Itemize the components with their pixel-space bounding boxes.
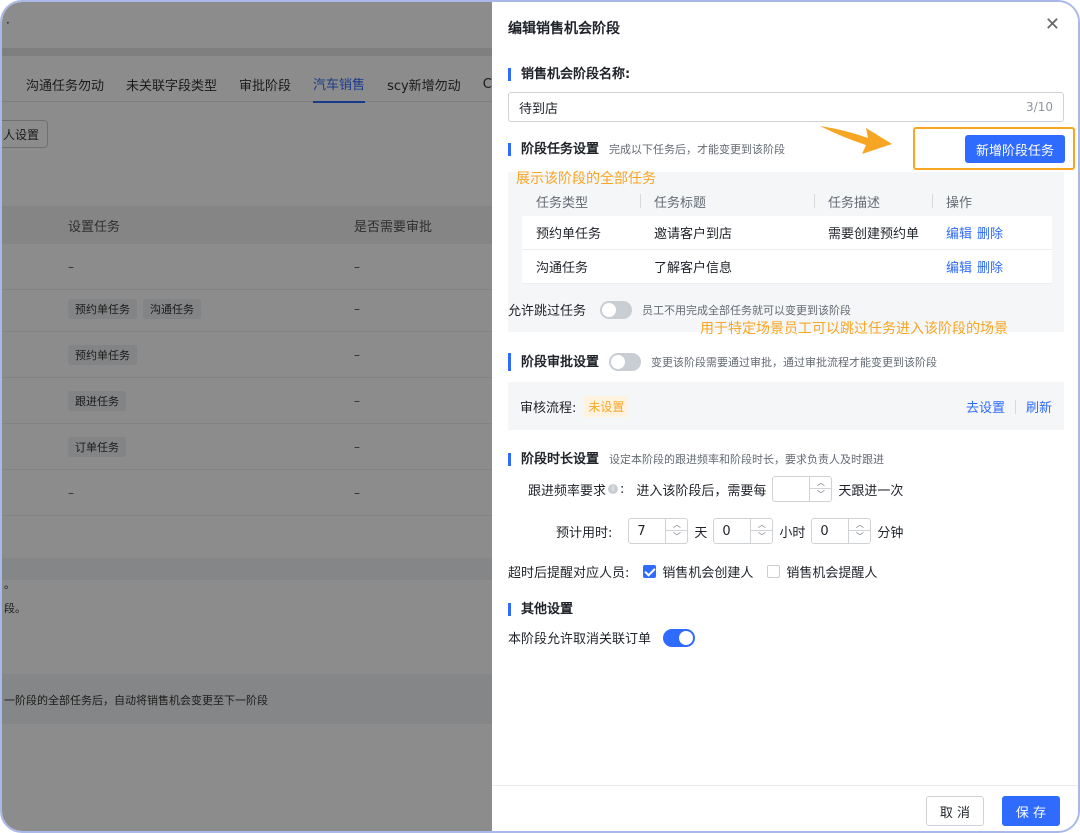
chevron-up-icon[interactable]: ︿ xyxy=(666,519,688,531)
freq-colon: : xyxy=(620,481,625,497)
delete-link[interactable]: 删除 xyxy=(977,223,1003,242)
approval-toggle[interactable] xyxy=(609,353,642,371)
freq-label: 跟进频率要求 xyxy=(528,483,607,499)
hours-stepper[interactable]: 0 ︿ ﹀ xyxy=(713,518,774,544)
skip-task-label: 允许跳过任务 xyxy=(508,304,587,319)
overtime-remind-row: 超时后提醒对应人员: 销售机会创建人 销售机会提醒人 xyxy=(508,562,877,581)
hours-unit: 小时 xyxy=(779,525,806,541)
section-title-tasks-label: 阶段任务设置 xyxy=(521,142,600,157)
minutes-unit: 分钟 xyxy=(877,525,904,541)
cancel-button[interactable]: 取 消 xyxy=(926,796,984,826)
add-task-highlight: 新增阶段任务 xyxy=(913,127,1075,170)
table-row: 沟通任务 了解客户信息 编辑 删除 xyxy=(522,250,1052,284)
task-desc: 需要创建预约单 xyxy=(828,227,920,242)
estimated-time-row: 预计用时: 7 ︿ ﹀ 天 0 ︿ ﹀ 小时 0 ︿ ﹀ 分钟 xyxy=(556,518,903,544)
stepper-arrows: ︿ ﹀ xyxy=(809,477,832,501)
chevron-down-icon[interactable]: ﹀ xyxy=(666,531,687,543)
days-stepper[interactable]: 7 ︿ ﹀ xyxy=(628,518,689,544)
freq-prefix: 进入该阶段后，需要每 xyxy=(636,483,767,499)
chevron-up-icon[interactable]: ︿ xyxy=(849,519,871,531)
approval-actions: 去设置 刷新 xyxy=(966,397,1052,416)
annotation-all-tasks: 展示该阶段的全部任务 xyxy=(516,171,656,187)
col-divider xyxy=(814,194,815,208)
remind-label: 超时后提醒对应人员: xyxy=(508,566,630,581)
cancel-order-toggle[interactable] xyxy=(663,628,696,647)
remind-reminder-label[interactable]: 销售机会提醒人 xyxy=(786,562,877,581)
chevron-down-icon[interactable]: ﹀ xyxy=(849,531,870,543)
section-title-duration: 阶段时长设置 设定本阶段的跟进频率和阶段时长，要求负责人及时跟进 xyxy=(508,453,884,466)
cancel-order-label: 本阶段允许取消关联订单 xyxy=(508,632,652,647)
chevron-down-icon[interactable]: ﹀ xyxy=(751,531,772,543)
task-type: 预约单任务 xyxy=(536,227,602,242)
screenshot-frame: · 沟通任务勿动 未关联字段类型 审批阶段 汽车销售 scy新增勿动 CYE-2… xyxy=(0,0,1080,833)
cancel-order-row: 本阶段允许取消关联订单 xyxy=(508,628,705,647)
table-row: 预约单任务 邀请客户到店 需要创建预约单 编辑 删除 xyxy=(522,216,1052,250)
time-label: 预计用时: xyxy=(556,525,613,541)
minutes-stepper[interactable]: 0 ︿ ﹀ xyxy=(811,518,872,544)
section-desc-duration: 设定本阶段的跟进频率和阶段时长，要求负责人及时跟进 xyxy=(609,453,885,466)
remind-reminder-checkbox[interactable] xyxy=(767,565,781,578)
freq-stepper[interactable]: ︿ ﹀ xyxy=(772,476,833,502)
chevron-up-icon[interactable]: ︿ xyxy=(810,477,832,489)
go-setting-link[interactable]: 去设置 xyxy=(966,397,1005,416)
approval-flow-panel: 审核流程: 未设置 去设置 刷新 xyxy=(508,382,1064,430)
section-title-duration-label: 阶段时长设置 xyxy=(521,452,600,467)
stage-name-input[interactable]: 待到店 3/10 xyxy=(508,92,1064,122)
edit-link[interactable]: 编辑 xyxy=(946,257,972,276)
section-title-name: 销售机会阶段名称: xyxy=(508,68,630,81)
remind-creator-label[interactable]: 销售机会创建人 xyxy=(662,562,753,581)
drawer-footer: 取 消 保 存 xyxy=(492,785,1078,831)
col-task-desc: 任务描述 xyxy=(828,195,881,211)
task-title: 邀请客户到店 xyxy=(654,227,733,242)
save-button[interactable]: 保 存 xyxy=(1002,796,1060,826)
task-title: 了解客户信息 xyxy=(654,261,733,276)
days-value: 7 xyxy=(637,523,646,539)
col-task-type: 任务类型 xyxy=(536,195,589,211)
annotation-arrow-icon xyxy=(820,126,892,154)
char-count: 3/10 xyxy=(1026,100,1053,114)
edit-link[interactable]: 编辑 xyxy=(946,223,972,242)
edit-stage-drawer: 编辑销售机会阶段 ✕ 销售机会阶段名称: 待到店 3/10 阶段任务设置 完成以下… xyxy=(492,2,1078,831)
section-title-tasks: 阶段任务设置 完成以下任务后，才能变更到该阶段 xyxy=(508,143,785,156)
annotation-skip: 用于特定场景员工可以跳过任务进入该阶段的场景 xyxy=(700,321,1008,337)
skip-task-toggle[interactable] xyxy=(600,300,633,319)
stage-name-value: 待到店 xyxy=(519,101,559,117)
freq-suffix: 天跟进一次 xyxy=(838,483,904,499)
section-title-other: 其他设置 xyxy=(508,603,573,616)
refresh-link[interactable]: 刷新 xyxy=(1026,397,1052,416)
col-actions: 操作 xyxy=(946,195,973,211)
hours-value: 0 xyxy=(722,523,731,539)
remind-creator-checkbox[interactable] xyxy=(643,565,657,578)
chevron-up-icon[interactable]: ︿ xyxy=(751,519,773,531)
days-unit: 天 xyxy=(694,525,708,541)
skip-task-row: 允许跳过任务 员工不用完成全部任务就可以变更到该阶段 xyxy=(508,300,851,319)
stepper-arrows: ︿ ﹀ xyxy=(750,519,773,543)
minutes-value: 0 xyxy=(820,523,829,539)
stepper-arrows: ︿ ﹀ xyxy=(665,519,688,543)
task-table: 任务类型 任务标题 任务描述 操作 预约单任务 邀请客户到店 需要创建预约单 编… xyxy=(522,186,1052,284)
modal-overlay[interactable] xyxy=(2,2,492,831)
close-icon[interactable]: ✕ xyxy=(1045,14,1060,35)
chevron-down-icon[interactable]: ﹀ xyxy=(810,489,831,501)
approval-desc: 变更该阶段需要通过审批，通过审批流程才能变更到该阶段 xyxy=(651,355,938,369)
skip-task-desc: 员工不用完成全部任务就可以变更到该阶段 xyxy=(642,303,852,317)
background-page: · 沟通任务勿动 未关联字段类型 审批阶段 汽车销售 scy新增勿动 CYE-2… xyxy=(2,2,521,831)
task-type: 沟通任务 xyxy=(536,261,589,276)
follow-frequency-row: 跟进频率要求 i : 进入该阶段后，需要每 ︿ ﹀ 天跟进一次 xyxy=(528,476,903,502)
section-title-approval: 阶段审批设置 变更该阶段需要通过审批，通过审批流程才能变更到该阶段 xyxy=(508,353,937,371)
section-desc-tasks: 完成以下任务后，才能变更到该阶段 xyxy=(609,143,786,156)
col-divider xyxy=(932,194,933,208)
add-stage-task-button[interactable]: 新增阶段任务 xyxy=(965,135,1065,163)
stepper-arrows: ︿ ﹀ xyxy=(848,519,871,543)
col-divider xyxy=(640,194,641,208)
section-title-approval-label: 阶段审批设置 xyxy=(521,354,600,370)
col-task-title: 任务标题 xyxy=(654,195,707,211)
delete-link[interactable]: 删除 xyxy=(977,257,1003,276)
info-icon[interactable]: i xyxy=(608,484,619,494)
approval-flow-label: 审核流程: xyxy=(520,400,577,416)
task-table-header: 任务类型 任务标题 任务描述 操作 xyxy=(522,186,1052,216)
drawer-title: 编辑销售机会阶段 xyxy=(508,21,620,37)
approval-flow-status: 未设置 xyxy=(584,395,629,417)
divider xyxy=(1014,399,1016,414)
